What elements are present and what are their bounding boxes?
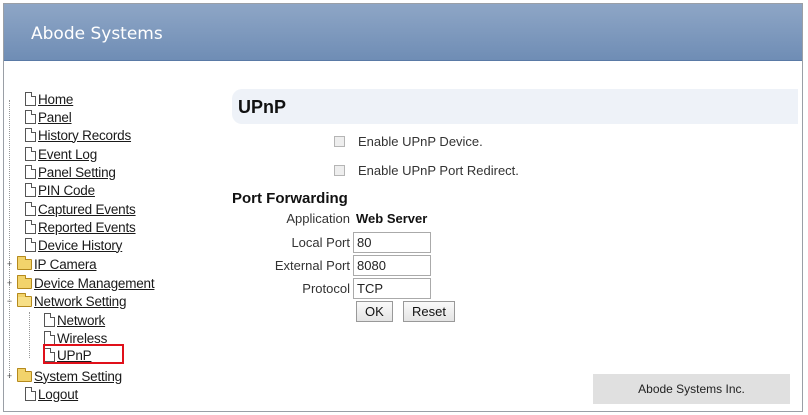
application-label: Application: [286, 211, 350, 226]
page-icon: [25, 92, 36, 106]
protocol-label: Protocol: [302, 281, 350, 296]
nav-link-panel[interactable]: Panel: [38, 110, 72, 125]
page-icon: [25, 183, 36, 197]
page-icon: [25, 238, 36, 252]
footer-company: Abode Systems Inc.: [593, 374, 790, 404]
nav-item-panel-setting[interactable]: Panel Setting: [25, 163, 116, 181]
enable-upnp-device-checkbox[interactable]: [334, 136, 345, 147]
nav-item-home[interactable]: Home: [25, 90, 73, 108]
nav-item-device-management[interactable]: + Device Management: [5, 274, 155, 292]
expand-icon[interactable]: +: [5, 259, 14, 269]
section-header-bar: [232, 89, 798, 124]
page-title: UPnP: [238, 97, 287, 117]
page-icon: [25, 147, 36, 161]
enable-port-redirect-row[interactable]: Enable UPnP Port Redirect.: [334, 163, 519, 178]
nav-item-system-setting[interactable]: + System Setting: [5, 367, 122, 385]
folder-icon: [17, 367, 32, 382]
page-icon: [25, 165, 36, 179]
nav-link-device-history[interactable]: Device History: [38, 238, 122, 253]
nav-link-network-setting[interactable]: Network Setting: [34, 294, 126, 309]
nav-link-system-setting[interactable]: System Setting: [34, 369, 122, 384]
page-icon: [44, 313, 55, 327]
nav-item-reported-events[interactable]: Reported Events: [25, 218, 136, 236]
ok-button[interactable]: OK: [356, 301, 393, 322]
nav-link-panel-setting[interactable]: Panel Setting: [38, 165, 116, 180]
app-header: Abode Systems: [4, 4, 802, 61]
folder-icon: [17, 274, 32, 289]
folder-open-icon: [17, 292, 32, 307]
expand-icon[interactable]: +: [5, 371, 14, 381]
external-port-input[interactable]: [353, 255, 431, 276]
page-icon: [25, 220, 36, 234]
nav-item-ip-camera[interactable]: + IP Camera: [5, 255, 97, 273]
footer-text: Abode Systems Inc.: [638, 382, 745, 396]
nav-link-device-management[interactable]: Device Management: [34, 276, 155, 291]
nav-link-history-records[interactable]: History Records: [38, 128, 131, 143]
page-icon: [44, 331, 55, 345]
protocol-input[interactable]: [353, 278, 431, 299]
port-forwarding-title: Port Forwarding: [232, 190, 348, 207]
external-port-label: External Port: [274, 258, 350, 273]
nav-item-event-log[interactable]: Event Log: [25, 145, 97, 163]
nav-link-network[interactable]: Network: [57, 313, 105, 328]
expand-icon[interactable]: +: [5, 278, 14, 288]
nav-link-reported-events[interactable]: Reported Events: [38, 220, 136, 235]
nav-item-logout[interactable]: Logout: [25, 385, 78, 403]
nav-item-history-records[interactable]: History Records: [25, 126, 131, 144]
enable-port-redirect-checkbox[interactable]: [334, 165, 345, 176]
nav-item-device-history[interactable]: Device History: [25, 236, 122, 254]
nav-link-logout[interactable]: Logout: [38, 387, 78, 402]
nav-item-panel[interactable]: Panel: [25, 108, 72, 126]
folder-icon: [17, 255, 32, 270]
nav-item-pin-code[interactable]: PIN Code: [25, 181, 95, 199]
page-icon: [25, 202, 36, 216]
collapse-icon[interactable]: −: [5, 296, 14, 306]
reset-button[interactable]: Reset: [403, 301, 455, 322]
enable-upnp-device-row[interactable]: Enable UPnP Device.: [334, 134, 483, 149]
nav-item-network-setting[interactable]: − Network Setting: [5, 292, 126, 310]
nav-item-network[interactable]: Network: [44, 311, 105, 329]
tree-line: [9, 100, 10, 378]
page-icon: [25, 110, 36, 124]
page-icon: [25, 387, 36, 401]
enable-upnp-device-label: Enable UPnP Device.: [358, 134, 483, 149]
local-port-input[interactable]: [353, 232, 431, 253]
upnp-highlight-box: [43, 344, 124, 364]
local-port-label: Local Port: [291, 235, 350, 250]
brand-title: Abode Systems: [31, 24, 163, 44]
nav-link-pin-code[interactable]: PIN Code: [38, 183, 95, 198]
enable-port-redirect-label: Enable UPnP Port Redirect.: [358, 163, 519, 178]
nav-link-ip-camera[interactable]: IP Camera: [34, 257, 97, 272]
nav-link-event-log[interactable]: Event Log: [38, 147, 97, 162]
nav-link-home[interactable]: Home: [38, 92, 73, 107]
page-icon: [25, 128, 36, 142]
nav-link-captured-events[interactable]: Captured Events: [38, 202, 136, 217]
application-value: Web Server: [356, 211, 428, 226]
nav-item-captured-events[interactable]: Captured Events: [25, 200, 136, 218]
tree-line: [29, 312, 30, 358]
